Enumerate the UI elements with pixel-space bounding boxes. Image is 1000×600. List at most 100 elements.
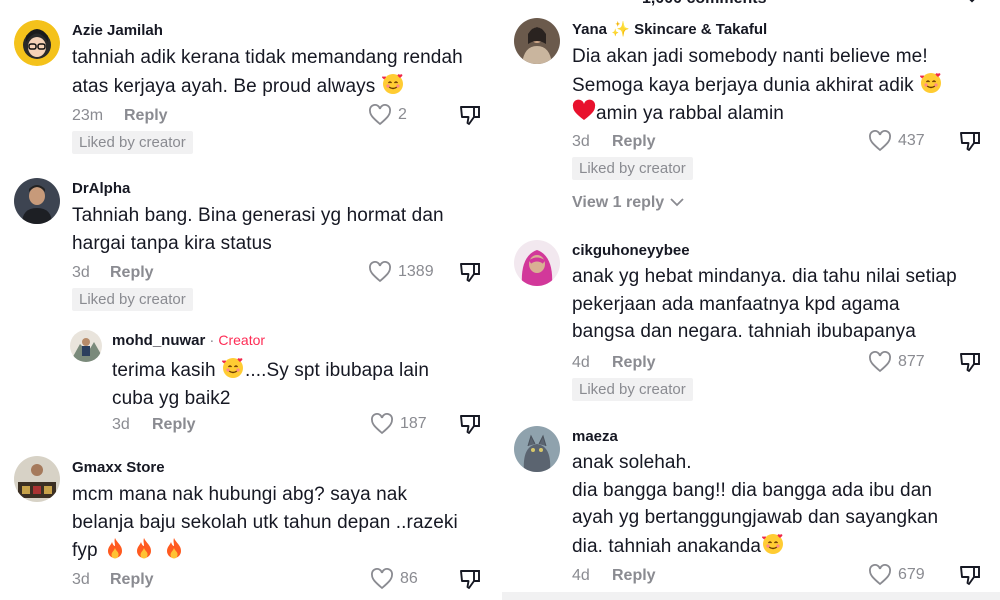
comment-line: anak yg hebat mindanya. dia tahu nilai s… [572, 266, 957, 287]
like-button[interactable]: 187 [370, 413, 427, 435]
thumbs-down-icon [958, 350, 982, 374]
thumbs-down-icon [458, 103, 482, 127]
heart-icon [868, 351, 892, 373]
avatar[interactable] [70, 330, 102, 362]
comment-line-text: Semoga kaya berjaya dunia akhirat adik [572, 74, 914, 96]
fire-emoji-icon [103, 536, 127, 560]
comment-item: Azie Jamilah tahniah adik kerana tidak m… [0, 0, 498, 160]
like-button[interactable]: 679 [868, 564, 925, 586]
comment-item: DrAlpha Tahniah bang. Bina generasi yg h… [0, 170, 498, 311]
comment-line: terima kasih ....Sy spt ibubapa lain [112, 356, 429, 385]
comment-line: amin ya rabbal alamin [572, 99, 943, 128]
comment-line: Dia akan jadi somebody nanti believe me! [572, 46, 928, 67]
thumbs-down-icon [458, 412, 482, 436]
username[interactable]: mohd_nuwar · Creator [112, 332, 265, 349]
avatar[interactable] [14, 20, 60, 66]
username[interactable]: DrAlpha [72, 180, 130, 197]
dislike-button[interactable] [958, 129, 982, 153]
comment-line: bangsa dan negara. tahniah ibubapanya [572, 321, 916, 342]
reply-button[interactable]: Reply [612, 567, 656, 585]
like-button[interactable]: 1389 [368, 261, 434, 283]
reply-item: mohd_nuwar · Creator terima kasih ....Sy s… [0, 322, 498, 442]
comment-text: anak solehah. dia bangga bang!! dia bang… [572, 449, 938, 560]
reply-button[interactable]: Reply [110, 571, 154, 589]
dislike-button[interactable] [458, 260, 482, 284]
dislike-button[interactable] [958, 350, 982, 374]
comment-line-text: dia. tahniah anakanda [572, 535, 762, 557]
comment-item: Yana ✨ Skincare & Takaful Dia akan jadi … [502, 0, 1000, 225]
username[interactable]: Gmaxx Store [72, 459, 165, 476]
fire-emoji-icon [162, 536, 186, 560]
comment-time: 4d [572, 567, 590, 584]
comment-text: anak yg hebat mindanya. dia tahu nilai s… [572, 263, 957, 346]
like-button[interactable]: 437 [868, 130, 925, 152]
avatar[interactable] [14, 178, 60, 224]
comment-line: tahniah adik kerana tidak memandang rend… [72, 47, 463, 68]
heart-icon [368, 104, 392, 126]
comment-text: Tahniah bang. Bina generasi yg hormat da… [72, 202, 444, 257]
heart-icon [868, 564, 892, 586]
liked-by-creator-badge: Liked by creator [572, 157, 693, 180]
comments-panel-left: Azie Jamilah tahniah adik kerana tidak m… [0, 0, 498, 600]
comment-text: tahniah adik kerana tidak memandang rend… [72, 44, 463, 100]
username-suffix: Skincare & Takaful [634, 21, 768, 38]
comment-line: ayah yg bertanggungjawab dan sayangkan [572, 507, 939, 528]
reply-button[interactable]: Reply [152, 416, 196, 434]
liked-by-creator-badge: Liked by creator [72, 131, 193, 154]
comment-time: 4d [572, 354, 590, 371]
heart-icon [868, 130, 892, 152]
thumbs-down-icon [458, 567, 482, 591]
liked-by-creator-badge: Liked by creator [72, 288, 193, 311]
username[interactable]: maeza [572, 428, 618, 445]
thumbs-down-icon [958, 129, 982, 153]
comment-line: hargai tanpa kira status [72, 232, 272, 254]
dislike-button[interactable] [458, 567, 482, 591]
smiling-hearts-emoji-icon [221, 356, 245, 380]
comment-item: Gmaxx Store mcm mana nak hubungi abg? sa… [0, 448, 498, 600]
comment-text: Dia akan jadi somebody nanti believe me!… [572, 43, 943, 128]
like-count: 1389 [398, 263, 434, 280]
heart-icon [370, 413, 394, 435]
comment-line: atas kerjaya ayah. Be proud always [72, 72, 463, 101]
avatar[interactable] [514, 426, 560, 472]
liked-by-creator-badge: Liked by creator [572, 378, 693, 401]
like-button[interactable]: 86 [370, 568, 418, 590]
bottom-bar [502, 592, 1000, 600]
avatar[interactable] [14, 456, 60, 502]
username[interactable]: cikguhoneyybee [572, 242, 690, 259]
comment-time: 3d [112, 416, 130, 433]
comment-line: dia. tahniah anakanda [572, 532, 938, 561]
reply-button[interactable]: Reply [612, 133, 656, 151]
username[interactable]: Yana ✨ Skincare & Takaful [572, 20, 767, 38]
smiling-hearts-emoji-icon [381, 72, 405, 96]
thumbs-down-icon [458, 260, 482, 284]
reply-button[interactable]: Reply [110, 264, 154, 282]
avatar[interactable] [514, 240, 560, 286]
reply-button[interactable]: Reply [612, 354, 656, 372]
like-button[interactable]: 2 [368, 104, 407, 126]
heart-icon [368, 261, 392, 283]
avatar[interactable] [514, 18, 560, 64]
like-button[interactable]: 877 [868, 351, 925, 373]
dislike-button[interactable] [458, 412, 482, 436]
comment-time: 3d [72, 571, 90, 588]
dislike-button[interactable] [458, 103, 482, 127]
username-text: mohd_nuwar [112, 332, 206, 349]
dislike-button[interactable] [958, 563, 982, 587]
comment-line-text: ....Sy spt ibubapa lain [245, 360, 429, 381]
comment-line: Semoga kaya berjaya dunia akhirat adik [572, 71, 943, 100]
like-count: 437 [898, 132, 925, 149]
comment-line: anak solehah. [572, 452, 692, 473]
username-text: Yana [572, 21, 608, 38]
like-count: 877 [898, 353, 925, 370]
comment-line: belanja baju sekolah utk tahun depan ..r… [72, 511, 458, 533]
view-replies-label: View 1 reply [572, 194, 665, 211]
comment-text: terima kasih ....Sy spt ibubapa lain cub… [112, 356, 429, 412]
smiling-hearts-emoji-icon [761, 532, 785, 556]
view-replies-button[interactable]: View 1 reply [572, 194, 684, 212]
username[interactable]: Azie Jamilah [72, 22, 163, 39]
reply-button[interactable]: Reply [124, 107, 168, 125]
comment-line: fyp [72, 536, 458, 565]
thumbs-down-icon [958, 563, 982, 587]
smiling-hearts-emoji-icon [919, 71, 943, 95]
